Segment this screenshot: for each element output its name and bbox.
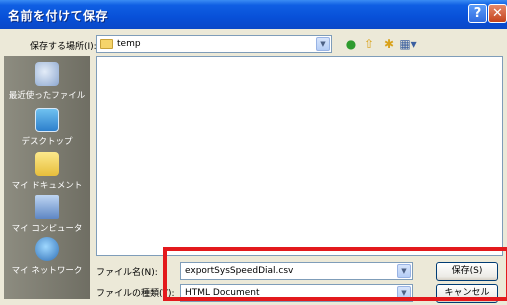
place-label: マイ ネットワーク [11,266,83,276]
save-in-label: 保存する場所(I): [30,42,97,52]
save-as-dialog: 名前を付けて保存 ? ✕ 保存する場所(I): temp ▼ ● ⇧ ✱ ▦▾ … [0,0,507,305]
place-my-documents[interactable]: マイ ドキュメント [4,152,90,191]
views-menu-icon[interactable]: ▦▾ [398,36,418,52]
up-folder-icon[interactable]: ⇧ [361,36,377,52]
save-in-dropdown[interactable]: temp ▼ [96,35,332,53]
new-folder-icon[interactable]: ✱ [381,36,397,52]
place-recent[interactable]: 最近使ったファイル [4,62,90,101]
help-button[interactable]: ? [468,4,487,23]
place-label: マイ コンピュータ [11,224,83,234]
place-my-network[interactable]: マイ ネットワーク [4,237,90,276]
place-desktop[interactable]: デスクトップ [4,108,90,147]
place-label: 最近使ったファイル [8,91,86,101]
place-my-computer[interactable]: マイ コンピュータ [4,195,90,234]
desktop-icon [35,108,59,132]
window-title: 名前を付けて保存 [8,9,109,23]
title-bar[interactable]: 名前を付けて保存 ? ✕ [0,0,507,29]
file-list-view[interactable] [96,56,503,256]
my-computer-icon [35,195,59,219]
place-label: デスクトップ [21,137,73,147]
places-bar: 最近使ったファイル デスクトップ マイ ドキュメント マイ コンピュータ マイ … [4,56,90,299]
folder-icon [100,39,113,49]
place-label: マイ ドキュメント [11,181,83,191]
close-button[interactable]: ✕ [488,4,507,23]
save-in-value: temp [117,39,141,49]
annotation-highlight-box [163,247,507,301]
recent-documents-icon [35,62,59,86]
my-documents-icon [35,152,59,176]
back-icon[interactable]: ● [343,36,359,52]
filename-label: ファイル名(N): [96,268,158,278]
my-network-icon [35,237,59,261]
chevron-down-icon[interactable]: ▼ [316,37,330,51]
